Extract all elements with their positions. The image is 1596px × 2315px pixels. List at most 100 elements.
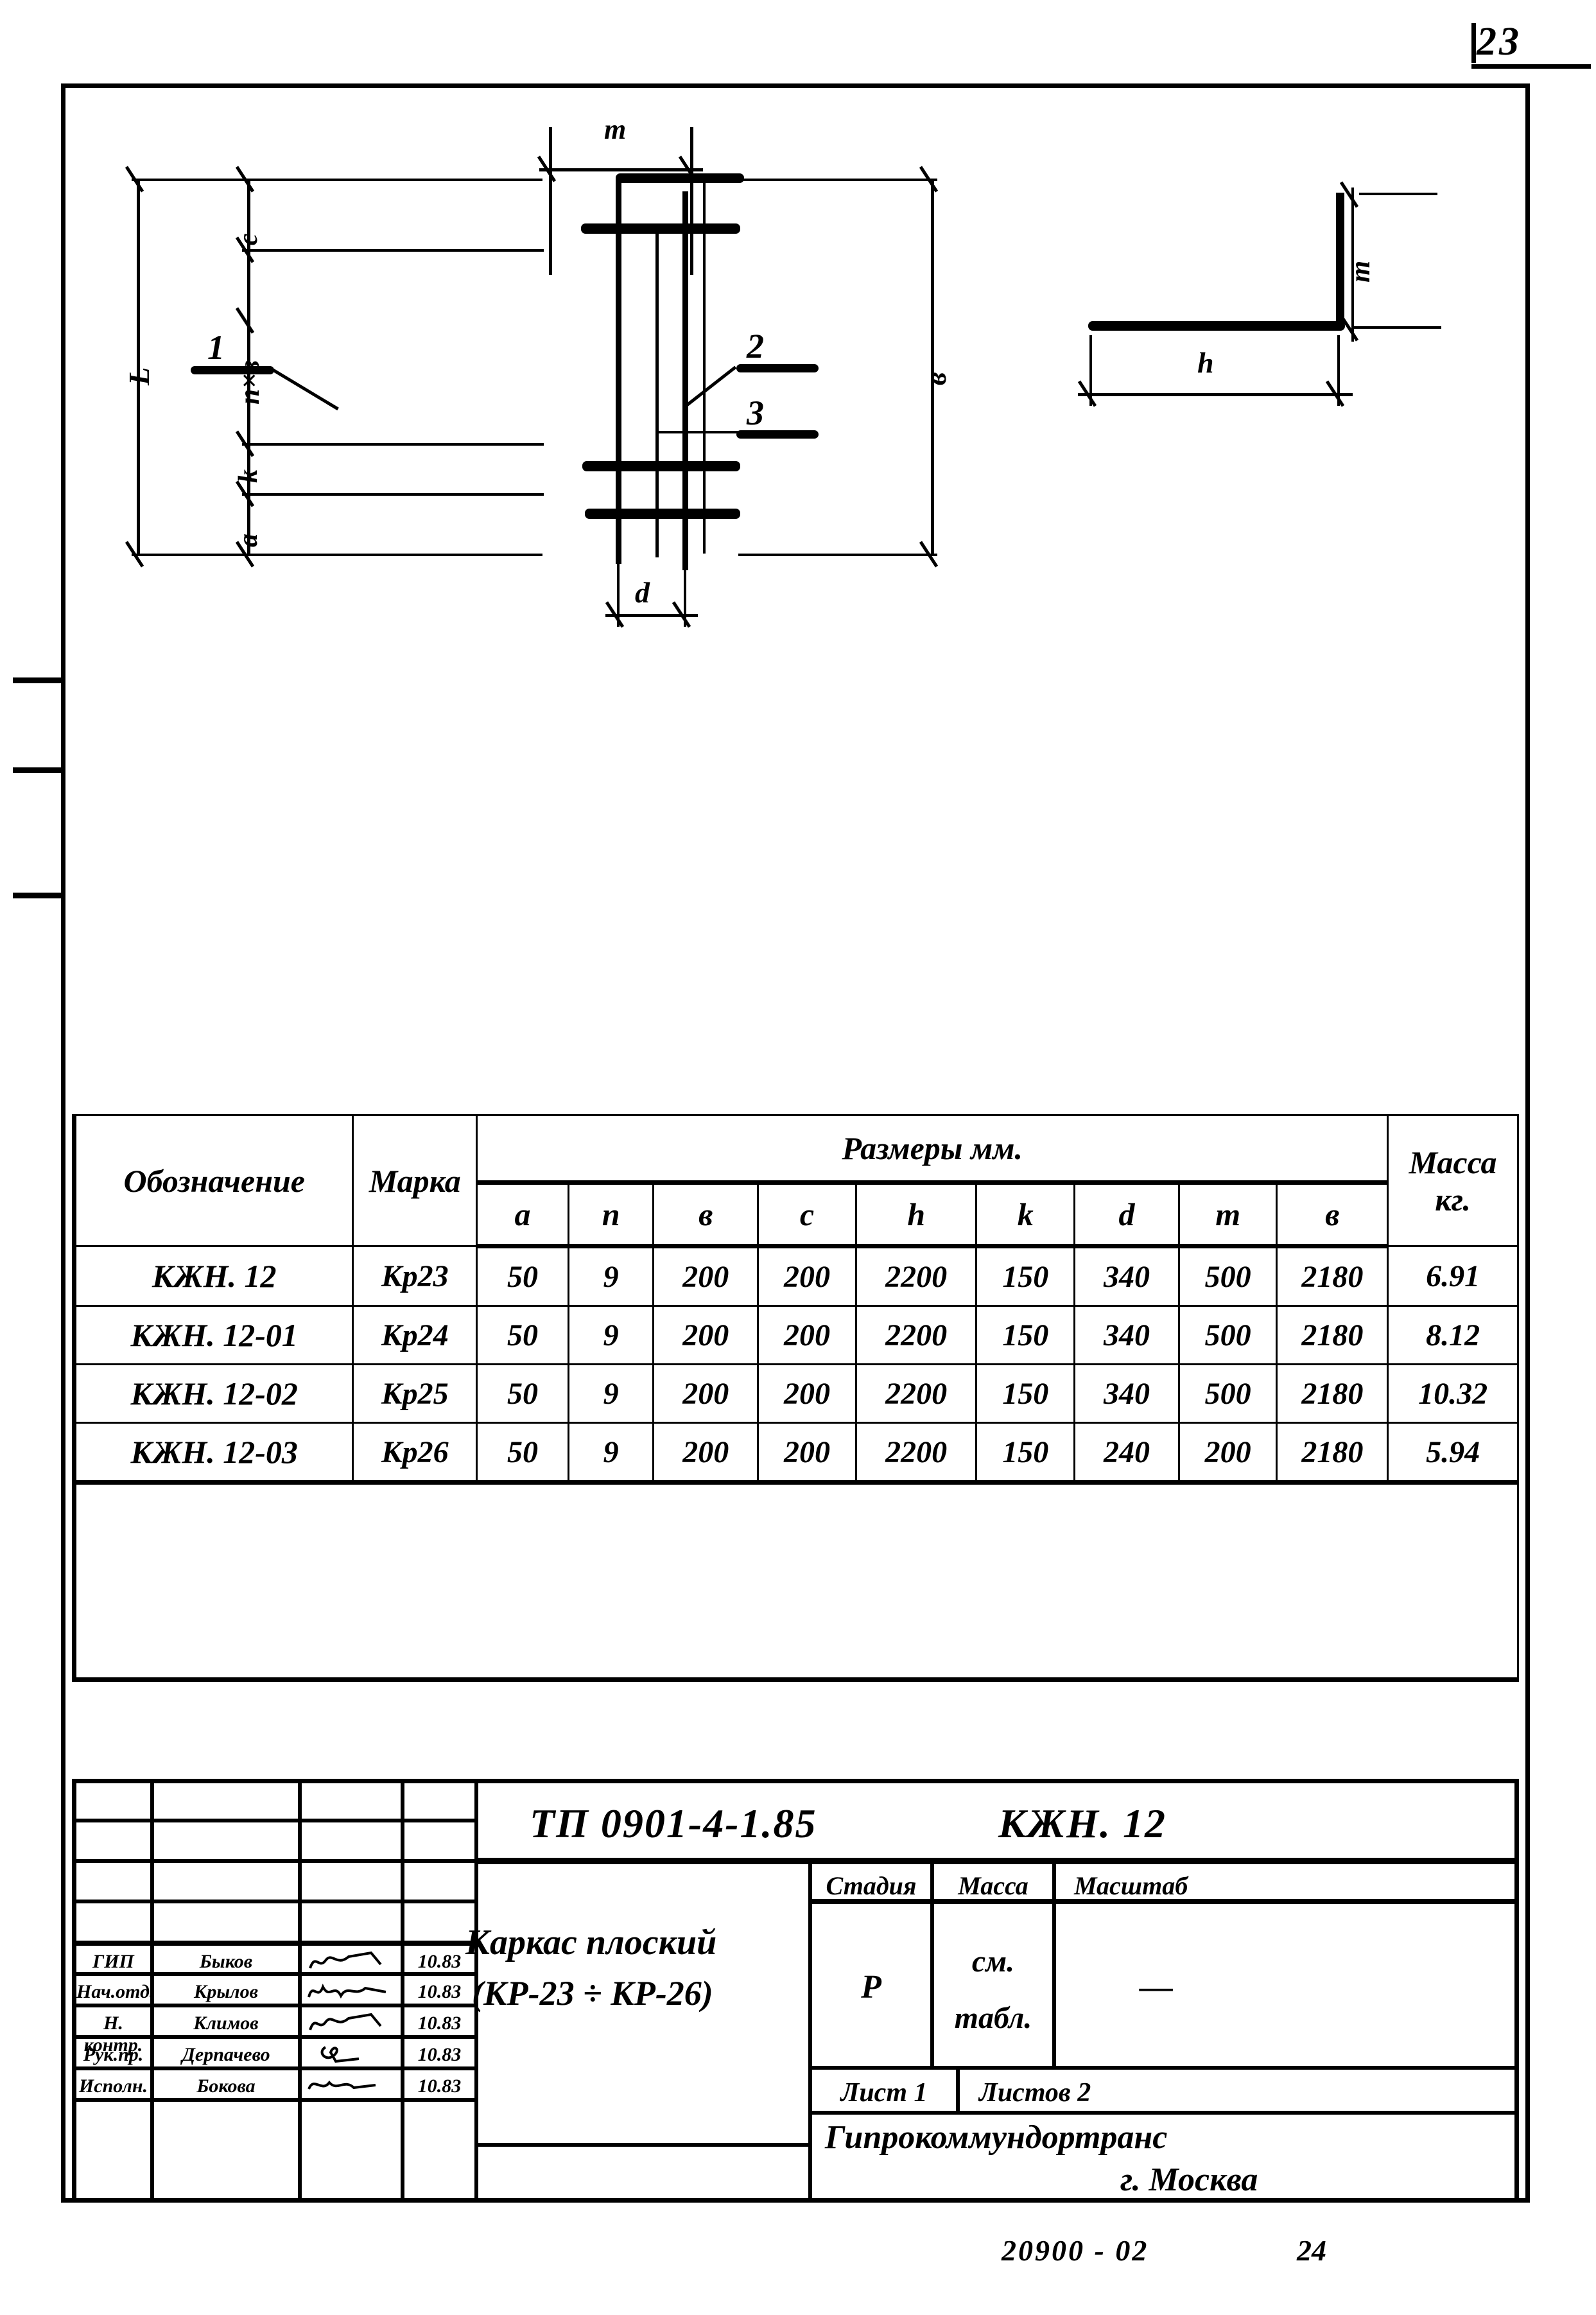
longitudinal-bar-left xyxy=(616,179,621,564)
sheet-label: Лист 1 xyxy=(840,2078,928,2108)
sig-name-3: Климов xyxy=(193,2013,259,2034)
sig-role-cell-3: Н. контр. xyxy=(72,2005,152,2056)
sig-name-5: Бокова xyxy=(196,2075,256,2097)
sig-role-5: Исполн. xyxy=(78,2075,148,2097)
ext-b-top xyxy=(738,179,937,181)
longitudinal-bar-mid xyxy=(655,223,659,557)
sig-date-cell-5: 10.83 xyxy=(403,2068,476,2100)
dim-label-h-detail: h xyxy=(1197,346,1214,379)
signature-glyph-1 xyxy=(309,1951,382,1969)
sig-date-4: 10.83 xyxy=(417,2044,462,2065)
cell-mark: Кр26 xyxy=(352,1422,478,1485)
cell-dim-k: 150 xyxy=(975,1305,1076,1365)
dimension-line-h-detail xyxy=(1078,393,1353,396)
cell-dim-c: 200 xyxy=(757,1245,857,1307)
blank-row-1-col-3 xyxy=(300,1779,403,1821)
stage-value-cell: Р xyxy=(810,1901,932,2068)
table-row: КЖН. 12-01 Кр24 50 9 200 200 2200 150 34… xyxy=(71,1305,1519,1365)
title-cell: Каркас плоский (КР-23 ÷ КР-26) xyxy=(465,1862,810,2145)
cell-dim-b2: 2180 xyxy=(1276,1245,1389,1307)
drawing-area: L c n×в k a в m d 1 2 3 h m xyxy=(61,83,1530,1105)
tb-bottom-col-1 xyxy=(72,2100,152,2203)
cell-dim-d: 340 xyxy=(1073,1305,1180,1365)
header-dim-h: h xyxy=(854,1182,978,1248)
title-line-1: Каркас плоский xyxy=(465,1923,717,1962)
dim-label-d: d xyxy=(635,576,650,609)
sig-date-cell-3: 10.83 xyxy=(403,2005,476,2037)
page-number-bar xyxy=(1471,23,1476,63)
ext-h-k xyxy=(242,443,544,446)
cell-mass: 5.94 xyxy=(1387,1422,1519,1485)
ext-h-c xyxy=(242,249,544,252)
cell-dim-m: 500 xyxy=(1177,1363,1278,1424)
scale-header: Масштаб xyxy=(1054,1862,1519,1901)
header-mass: Масса кг. xyxy=(1387,1114,1519,1247)
cell-dim-h: 2200 xyxy=(854,1363,978,1424)
cell-mass: 10.32 xyxy=(1387,1363,1519,1424)
blank-row-2-col-1 xyxy=(72,1821,152,1861)
footer-sheet-number: 24 xyxy=(1297,2234,1326,2267)
sig-date-2: 10.83 xyxy=(417,1981,462,2002)
doc-code: ТП 0901-4-1.85 xyxy=(530,1801,817,1846)
sig-name-cell-5: Бокова xyxy=(152,2068,300,2100)
dimension-line-b-right xyxy=(703,179,706,554)
doc-code-cell: ТП 0901-4-1.85 КЖН. 12 xyxy=(476,1779,1519,1862)
blank-row-3-col-3 xyxy=(300,1861,403,1901)
cell-dim-c: 200 xyxy=(757,1363,857,1424)
page-number: 23 xyxy=(1477,20,1522,64)
sig-mark-cell-4 xyxy=(300,2037,403,2068)
dimension-line-L xyxy=(137,179,140,554)
dim-label-m-top: m xyxy=(604,114,627,145)
cell-dim-d: 340 xyxy=(1073,1363,1180,1424)
blank-row-3-col-2 xyxy=(152,1861,300,1901)
cell-dim-c: 200 xyxy=(757,1305,857,1365)
dim-label-L: L xyxy=(123,367,155,385)
dim-label-b: в xyxy=(919,372,952,385)
table-row: КЖН. 12 Кр23 50 9 200 200 2200 150 340 5… xyxy=(71,1245,1519,1307)
cell-dim-a: 50 xyxy=(476,1305,569,1365)
organization-cell: Гипрокоммундортранс г. Москва xyxy=(810,2113,1519,2203)
cell-dim-h: 2200 xyxy=(854,1245,978,1307)
cell-dim-n: 9 xyxy=(567,1422,655,1485)
cell-dim-c: 200 xyxy=(757,1422,857,1485)
table-blank-area xyxy=(72,1481,1519,1682)
cell-dim-m: 500 xyxy=(1177,1245,1278,1307)
blank-row-4-col-2 xyxy=(152,1901,300,1943)
sig-role-cell-5: Исполн. xyxy=(72,2068,152,2100)
cell-designation: КЖН. 12 xyxy=(71,1245,354,1307)
cell-dim-k: 150 xyxy=(975,1363,1076,1424)
sig-name-cell-3: Климов xyxy=(152,2005,300,2037)
scale-value: — xyxy=(1140,1969,1173,2005)
sig-role-cell-2: Нач.отд. xyxy=(72,1974,155,2005)
cell-mark: Кр23 xyxy=(352,1245,478,1307)
signature-glyph-4 xyxy=(320,2046,360,2063)
sig-name-cell-4: Дерпачево xyxy=(152,2037,300,2068)
ext-h-a xyxy=(242,493,544,496)
blank-row-1-col-1 xyxy=(72,1779,152,1821)
sig-role-cell-4: Рук.пр. xyxy=(72,2037,152,2068)
cell-dim-b1: 200 xyxy=(652,1422,759,1485)
table-header-row-1: Обозначение Марка Размеры мм. Масса кг. xyxy=(71,1114,1519,1247)
cell-dim-h: 2200 xyxy=(854,1305,978,1365)
callout-1-number: 1 xyxy=(207,328,225,367)
mass-value-cell: см. табл. xyxy=(932,1901,1054,2068)
callout-3-leader xyxy=(655,431,739,433)
header-dim-a: a xyxy=(476,1182,569,1248)
blank-row-3-col-1 xyxy=(72,1861,152,1901)
ext-b-bottom xyxy=(738,554,937,556)
doc-mark: КЖН. 12 xyxy=(998,1801,1167,1846)
table-row: КЖН. 12-03 Кр26 50 9 200 200 2200 150 24… xyxy=(71,1422,1519,1485)
sig-role-2: Нач.отд. xyxy=(76,1981,155,2002)
sig-mark-cell-2 xyxy=(300,1974,403,2005)
header-dim-b1: в xyxy=(652,1182,759,1248)
header-dim-d: d xyxy=(1073,1182,1180,1248)
dimension-line-m-top xyxy=(539,168,703,171)
sig-name-cell-2: Крылов xyxy=(152,1974,300,2005)
signature-glyph-3 xyxy=(309,2013,382,2031)
sig-name-2: Крылов xyxy=(194,1981,258,2002)
cell-dim-d: 240 xyxy=(1073,1422,1180,1485)
drawing-sheet: 23 L c n×в k a в m d 1 2 3 h m Обозначен… xyxy=(0,0,1596,2315)
sheets-cell: Листов 2 xyxy=(958,2068,1519,2113)
blank-cell xyxy=(72,1481,1519,1682)
blank-row-4-col-3 xyxy=(300,1901,403,1943)
